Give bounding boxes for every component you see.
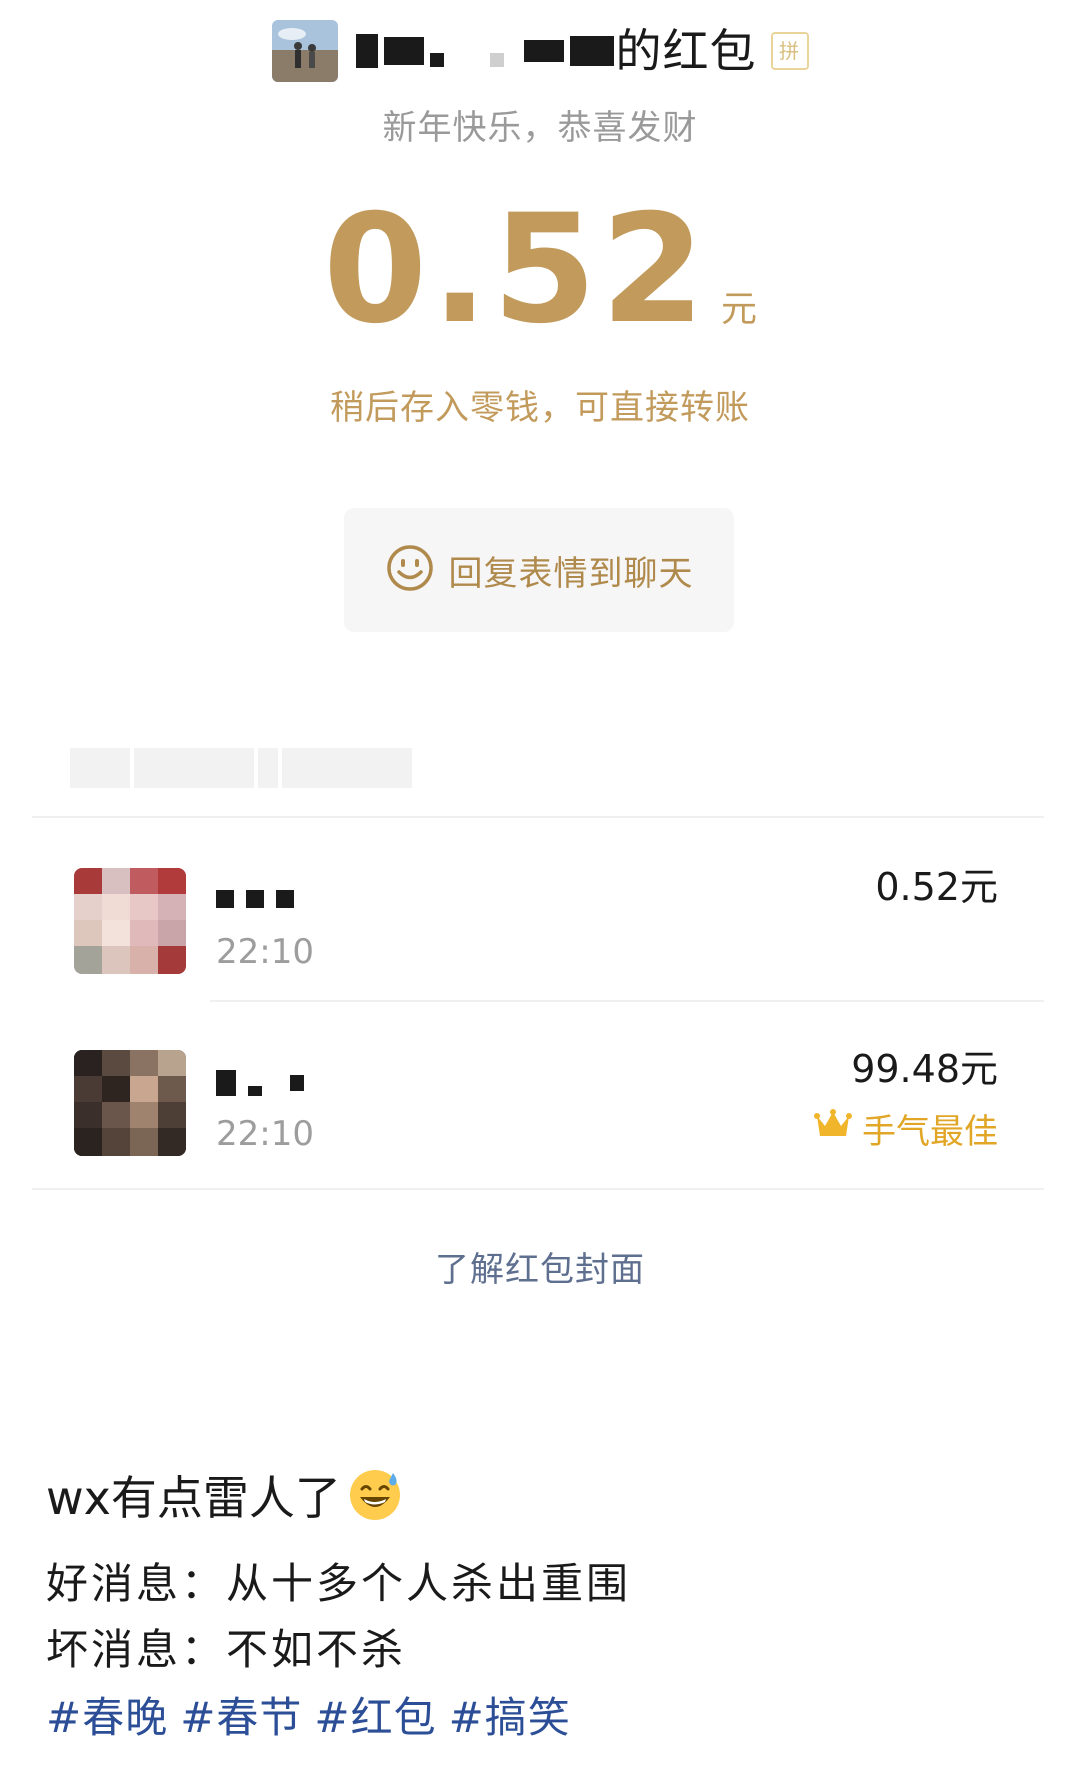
- divider: [32, 816, 1044, 818]
- smiley-icon: [385, 543, 435, 597]
- deposit-note: 稍后存入零钱，可直接转账: [330, 388, 750, 428]
- recipient-row[interactable]: 22:10 0.52元: [0, 820, 1080, 1006]
- redacted-recipient-name: [216, 890, 294, 908]
- recipient-avatar: [74, 1050, 186, 1156]
- recipient-row[interactable]: 22:10 99.48元 手气最佳: [0, 1004, 1080, 1190]
- grinning-sweat-emoji-icon: [347, 1467, 403, 1523]
- sender-name: 的红包 拼: [355, 20, 809, 82]
- sender-row: 的红包 拼: [0, 18, 1080, 84]
- divider: [210, 1000, 1044, 1002]
- hashtag-link[interactable]: #春节: [180, 1684, 302, 1745]
- post-caption: wx有点雷人了: [46, 1462, 403, 1528]
- reply-emoji-button[interactable]: 回复表情到聊天: [344, 508, 734, 632]
- crown-icon: [814, 1108, 852, 1149]
- caption-text: wx有点雷人了: [46, 1471, 341, 1525]
- greeting-text: 新年快乐，恭喜发财: [382, 108, 698, 148]
- sender-avatar[interactable]: [271, 20, 338, 82]
- recipient-amount: 99.48元: [851, 1047, 998, 1091]
- redacted-summary: [70, 748, 420, 794]
- reply-emoji-label: 回复表情到聊天: [448, 553, 694, 594]
- divider: [32, 1188, 1044, 1190]
- group-tag-icon: 拼: [770, 32, 809, 70]
- recipient-avatar: [74, 868, 186, 974]
- amount-display: 0.52 元: [0, 190, 1080, 350]
- redacted-recipient-name: [216, 1070, 304, 1096]
- recipient-amount: 0.52元: [875, 865, 998, 909]
- best-luck-badge: 手气最佳: [814, 1104, 998, 1153]
- recipient-time: 22:10: [216, 1114, 314, 1154]
- hashtag-link[interactable]: #春晚: [46, 1684, 168, 1745]
- post-line-good-news: 好消息：从十多个人杀出重围: [46, 1559, 632, 1608]
- amount-value: 0.52: [322, 183, 710, 357]
- hashtag-link[interactable]: #搞笑: [449, 1684, 571, 1745]
- recipient-time: 22:10: [216, 932, 314, 972]
- sender-name-suffix: 的红包: [615, 24, 757, 78]
- redacted-name: [355, 34, 614, 68]
- best-luck-label: 手气最佳: [862, 1112, 998, 1152]
- hashtag-link[interactable]: #红包: [314, 1684, 436, 1745]
- post-line-bad-news: 坏消息：不如不杀: [46, 1625, 407, 1674]
- learn-cover-link[interactable]: 了解红包封面: [0, 1242, 1080, 1291]
- hashtag-list: #春晚 #春节 #红包 #搞笑: [46, 1684, 571, 1745]
- amount-unit: 元: [721, 289, 758, 330]
